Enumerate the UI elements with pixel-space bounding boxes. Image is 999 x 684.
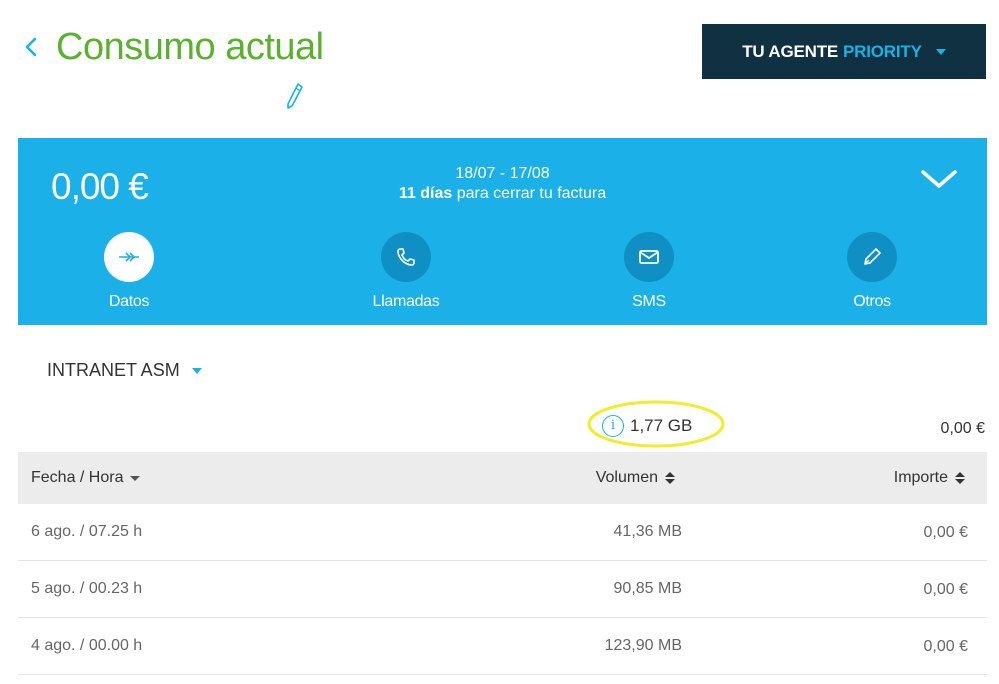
sort-toggle-icon xyxy=(665,472,675,484)
data-arrows-icon xyxy=(119,252,139,262)
info-icon[interactable]: i xyxy=(602,415,624,437)
sort-toggle-icon xyxy=(955,472,965,484)
page-header: Consumo actual TU AGENTE PRIORITY xyxy=(0,0,999,138)
billing-summary-panel: 0,00 € 18/07 - 17/08 11 días para cerrar… xyxy=(18,138,987,325)
row-volumen: 123,90 MB xyxy=(604,637,682,654)
total-amount: 0,00 € xyxy=(940,420,985,437)
importe-header-label: Importe xyxy=(893,469,948,486)
sort-fecha-header[interactable]: Fecha / Hora xyxy=(31,469,141,487)
tab-sms-label: SMS xyxy=(632,293,666,310)
row-importe: 0,00 € xyxy=(923,638,968,655)
row-fecha: 5 ago. / 00.23 h xyxy=(31,580,143,597)
expand-chevron-icon[interactable] xyxy=(919,166,959,192)
pencil-icon[interactable] xyxy=(284,82,304,110)
title-ghost-text xyxy=(82,68,252,76)
tab-llamadas[interactable]: Llamadas xyxy=(346,232,466,311)
row-importe: 0,00 € xyxy=(923,524,968,541)
row-importe: 0,00 € xyxy=(923,581,968,598)
pen-icon xyxy=(864,248,881,265)
usage-table-body: 6 ago. / 07.25 h 41,36 MB 0,00 € 5 ago. … xyxy=(18,504,987,675)
tab-sms-circle xyxy=(624,232,674,282)
table-header: Fecha / Hora Volumen Importe xyxy=(18,452,987,504)
tab-otros-circle xyxy=(847,232,897,282)
back-chevron-icon[interactable] xyxy=(18,32,44,62)
sort-volumen-header[interactable]: Volumen xyxy=(596,469,675,487)
days-text: para cerrar tu factura xyxy=(452,185,607,202)
line-selector[interactable]: INTRANET ASM xyxy=(47,360,202,381)
tab-llamadas-label: Llamadas xyxy=(372,293,440,310)
envelope-icon xyxy=(639,250,659,264)
tab-sms[interactable]: SMS xyxy=(589,232,709,311)
agent-priority-label: PRIORITY xyxy=(843,41,922,61)
agent-label: TU AGENTE xyxy=(742,41,839,61)
row-fecha: 4 ago. / 00.00 h xyxy=(31,637,143,654)
table-row: 4 ago. / 00.00 h 123,90 MB 0,00 € xyxy=(18,618,987,675)
line-selector-value: INTRANET ASM xyxy=(47,360,180,380)
tab-llamadas-circle xyxy=(381,232,431,282)
page-title: Consumo actual xyxy=(56,26,324,68)
table-row: 6 ago. / 07.25 h 41,36 MB 0,00 € xyxy=(18,504,987,561)
tab-otros[interactable]: Otros xyxy=(812,232,932,311)
caret-down-icon xyxy=(935,48,946,55)
tab-datos-label: Datos xyxy=(108,293,150,310)
row-volumen: 41,36 MB xyxy=(613,523,682,540)
tab-datos[interactable]: Datos xyxy=(69,232,189,311)
row-volumen: 90,85 MB xyxy=(613,580,682,597)
fecha-header-label: Fecha / Hora xyxy=(31,469,124,486)
days-to-close: 11 días para cerrar tu factura xyxy=(18,184,987,204)
total-volume: 1,77 GB xyxy=(630,416,693,435)
row-fecha: 6 ago. / 07.25 h xyxy=(31,523,143,540)
phone-icon xyxy=(397,248,415,266)
days-count: 11 días xyxy=(398,185,453,202)
volumen-header-label: Volumen xyxy=(595,469,658,486)
agent-priority-button[interactable]: TU AGENTE PRIORITY xyxy=(702,24,986,79)
caret-down-icon xyxy=(191,367,202,374)
sort-importe-header[interactable]: Importe xyxy=(894,469,965,487)
tab-otros-label: Otros xyxy=(853,293,891,310)
tab-datos-circle xyxy=(104,232,154,282)
table-row: 5 ago. / 00.23 h 90,85 MB 0,00 € xyxy=(18,561,987,618)
total-volume-group: i 1,77 GB xyxy=(586,393,726,449)
billing-period: 18/07 - 17/08 11 días para cerrar tu fac… xyxy=(18,164,987,204)
period-dates: 18/07 - 17/08 xyxy=(455,165,550,182)
sort-desc-icon xyxy=(130,475,141,481)
